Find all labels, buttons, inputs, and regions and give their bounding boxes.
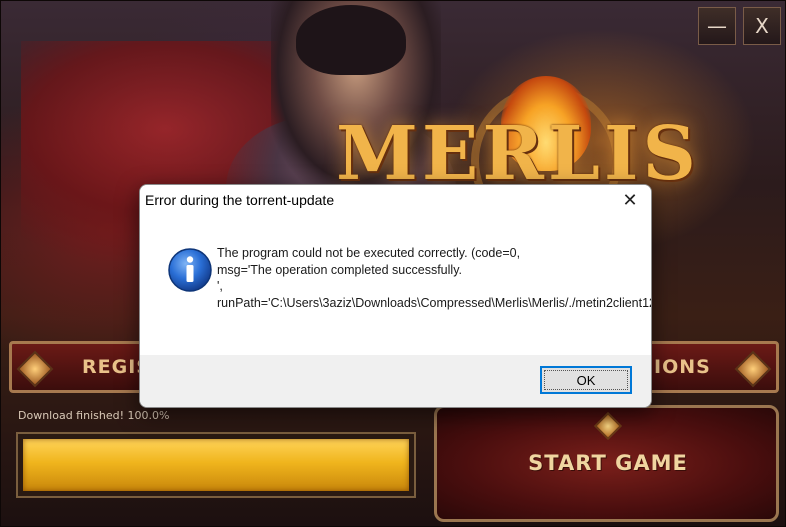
dialog-footer: OK	[140, 355, 651, 407]
register-button[interactable]: REGIS	[9, 341, 159, 393]
dialog-body: The program could not be executed correc…	[140, 217, 651, 355]
close-window-button[interactable]: X	[743, 7, 781, 45]
dialog-message: The program could not be executed correc…	[217, 246, 652, 310]
information-icon	[168, 248, 212, 292]
minimize-button[interactable]: —	[698, 7, 736, 45]
hero-hair-art	[296, 5, 406, 75]
download-progress-bar	[16, 432, 416, 498]
gem-icon	[16, 350, 54, 388]
gem-icon	[734, 350, 772, 388]
error-dialog: Error during the torrent-update ✕ The pr…	[139, 184, 652, 408]
options-label: IONS	[654, 356, 711, 378]
download-progress-fill	[23, 439, 409, 491]
dialog-titlebar[interactable]: Error during the torrent-update ✕	[140, 185, 651, 217]
start-game-button[interactable]: START GAME	[463, 431, 753, 495]
ok-button[interactable]: OK	[540, 366, 632, 394]
download-status-text: Download finished! 100.0%	[18, 409, 170, 422]
dialog-close-button[interactable]: ✕	[619, 190, 641, 212]
dialog-title: Error during the torrent-update	[145, 192, 335, 208]
